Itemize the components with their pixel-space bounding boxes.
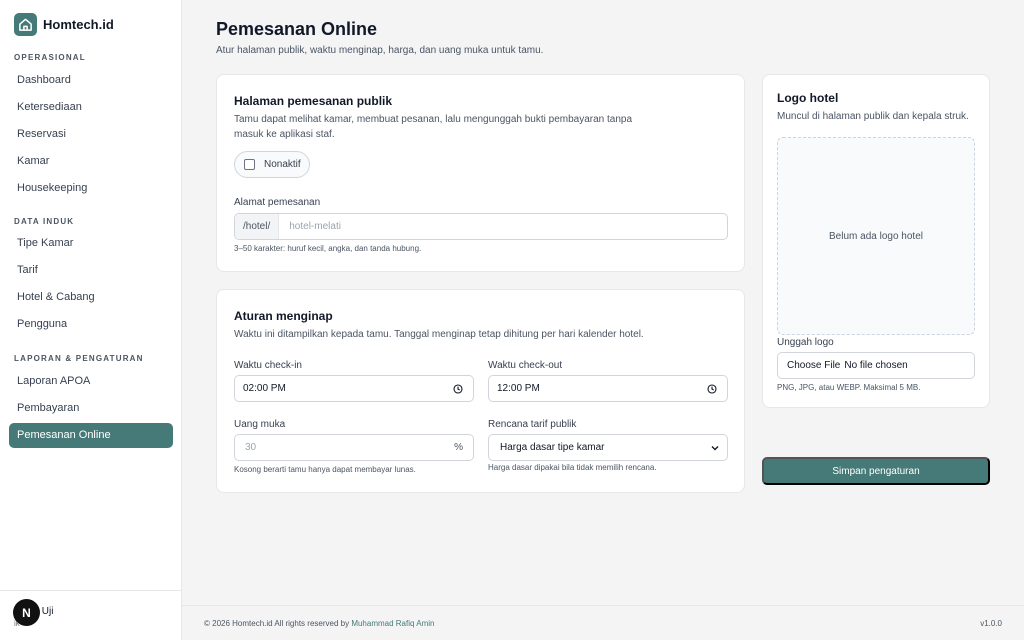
checkout-time-input[interactable]: 12:00 PM: [488, 375, 728, 402]
rate-plan-label: Rencana tarif publik: [488, 419, 577, 430]
save-button[interactable]: Simpan pengaturan: [762, 457, 990, 485]
user-block[interactable]: k Uji ik N: [0, 590, 182, 640]
upload-label: Unggah logo: [777, 337, 834, 348]
logo-hint: PNG, JPG, atau WEBP. Maksimal 5 MB.: [777, 383, 921, 392]
stay-rules-desc: Waktu ini ditampilkan kepada tamu. Tangg…: [234, 329, 644, 340]
address-prefix: /hotel/: [235, 214, 280, 239]
logo-empty-text: Belum ada logo hotel: [829, 230, 923, 242]
section-label-operasional: OPERASIONAL: [14, 53, 86, 62]
sidebar-item-pengguna[interactable]: Pengguna: [9, 312, 173, 337]
logo-title: Logo hotel: [777, 91, 839, 105]
address-label: Alamat pemesanan: [234, 197, 321, 208]
booking-address-input[interactable]: hotel-melati: [279, 221, 341, 232]
address-hint: 3–50 karakter: huruf kecil, angka, dan t…: [234, 244, 422, 253]
footer-author-link[interactable]: Muhammad Rafiq Amin: [351, 619, 434, 628]
public-page-card: Halaman pemesanan publik Tamu dapat meli…: [216, 74, 745, 272]
sidebar-item-pemesanan-online[interactable]: Pemesanan Online: [9, 423, 173, 448]
rate-plan-select[interactable]: Harga dasar tipe kamar: [488, 434, 728, 461]
public-page-title: Halaman pemesanan publik: [234, 94, 393, 108]
brand[interactable]: Homtech.id: [14, 13, 114, 36]
rate-plan-value: Harga dasar tipe kamar: [500, 442, 605, 453]
public-page-desc-2: masuk ke aplikasi staf.: [234, 129, 335, 140]
sidebar-item-housekeeping[interactable]: Housekeeping: [9, 176, 173, 201]
home-icon: [14, 13, 37, 36]
section-label-data-induk: DATA INDUK: [14, 217, 75, 226]
checkin-time-input[interactable]: 02:00 PM: [234, 375, 474, 402]
checkout-time-value: 12:00 PM: [497, 383, 540, 394]
section-label-laporan: LAPORAN & PENGATURAN: [14, 354, 144, 363]
choose-file-button[interactable]: Choose File: [787, 360, 840, 371]
booking-status-toggle[interactable]: Nonaktif: [234, 151, 310, 178]
footer-copyright: © 2026 Homtech.id All rights reserved by: [204, 619, 350, 628]
booking-status-checkbox[interactable]: [244, 159, 255, 170]
booking-status-label: Nonaktif: [264, 159, 301, 170]
page-title: Pemesanan Online: [216, 19, 378, 39]
sidebar-item-reservasi[interactable]: Reservasi: [9, 122, 173, 147]
stay-rules-card: Aturan menginap Waktu ini ditampilkan ke…: [216, 289, 745, 493]
logo-desc: Muncul di halaman publik dan kepala stru…: [777, 111, 969, 122]
deposit-placeholder: 30: [245, 442, 257, 453]
checkin-label: Waktu check-in: [234, 360, 302, 371]
sidebar-item-kamar[interactable]: Kamar: [9, 149, 173, 174]
checkin-time-value: 02:00 PM: [243, 383, 286, 394]
page-subtitle: Atur halaman publik, waktu menginap, har…: [216, 45, 544, 56]
brand-name: Homtech.id: [43, 17, 114, 32]
booking-address-field[interactable]: /hotel/ hotel-melati: [234, 213, 728, 240]
percent-suffix: %: [454, 442, 463, 453]
sidebar-item-laporan-apoa[interactable]: Laporan APOA: [9, 369, 173, 394]
logo-file-input[interactable]: Choose File No file chosen: [777, 352, 975, 379]
chevron-down-icon: [711, 446, 719, 451]
sidebar-item-dashboard[interactable]: Dashboard: [9, 68, 173, 93]
app-version: v1.0.0: [980, 619, 1002, 628]
sidebar-item-tipe-kamar[interactable]: Tipe Kamar: [9, 231, 173, 256]
sidebar-item-ketersediaan[interactable]: Ketersediaan: [9, 95, 173, 120]
avatar[interactable]: N: [13, 599, 40, 626]
sidebar-item-tarif[interactable]: Tarif: [9, 258, 173, 283]
file-status: No file chosen: [844, 360, 908, 371]
deposit-hint: Kosong berarti tamu hanya dapat membayar…: [234, 465, 416, 474]
logo-preview: Belum ada logo hotel: [777, 137, 975, 335]
logo-card: Logo hotel Muncul di halaman publik dan …: [762, 74, 990, 408]
deposit-label: Uang muka: [234, 419, 286, 430]
clock-icon[interactable]: [707, 384, 717, 394]
sidebar: Homtech.id OPERASIONAL Dashboard Keterse…: [0, 0, 182, 640]
stay-rules-title: Aturan menginap: [234, 309, 333, 323]
clock-icon[interactable]: [453, 384, 463, 394]
footer: © 2026 Homtech.id All rights reserved by…: [182, 605, 1024, 640]
sidebar-item-pembayaran[interactable]: Pembayaran: [9, 396, 173, 421]
footer-copyright-line: © 2026 Homtech.id All rights reserved by…: [204, 619, 434, 628]
rate-plan-hint: Harga dasar dipakai bila tidak memilih r…: [488, 463, 657, 472]
public-page-desc-1: Tamu dapat melihat kamar, membuat pesana…: [234, 114, 633, 125]
checkout-label: Waktu check-out: [488, 360, 563, 371]
deposit-input[interactable]: 30 %: [234, 434, 474, 461]
sidebar-item-hotel-cabang[interactable]: Hotel & Cabang: [9, 285, 173, 310]
